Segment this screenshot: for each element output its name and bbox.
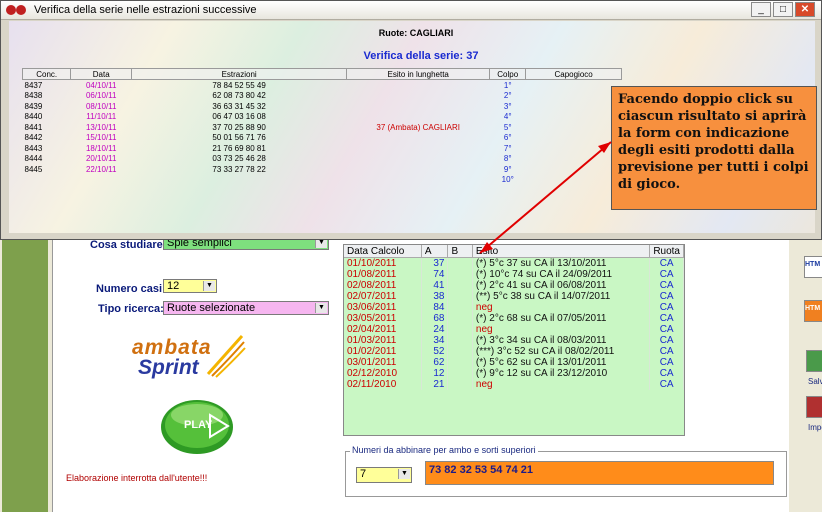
annotation-arrow-icon [479, 141, 612, 254]
